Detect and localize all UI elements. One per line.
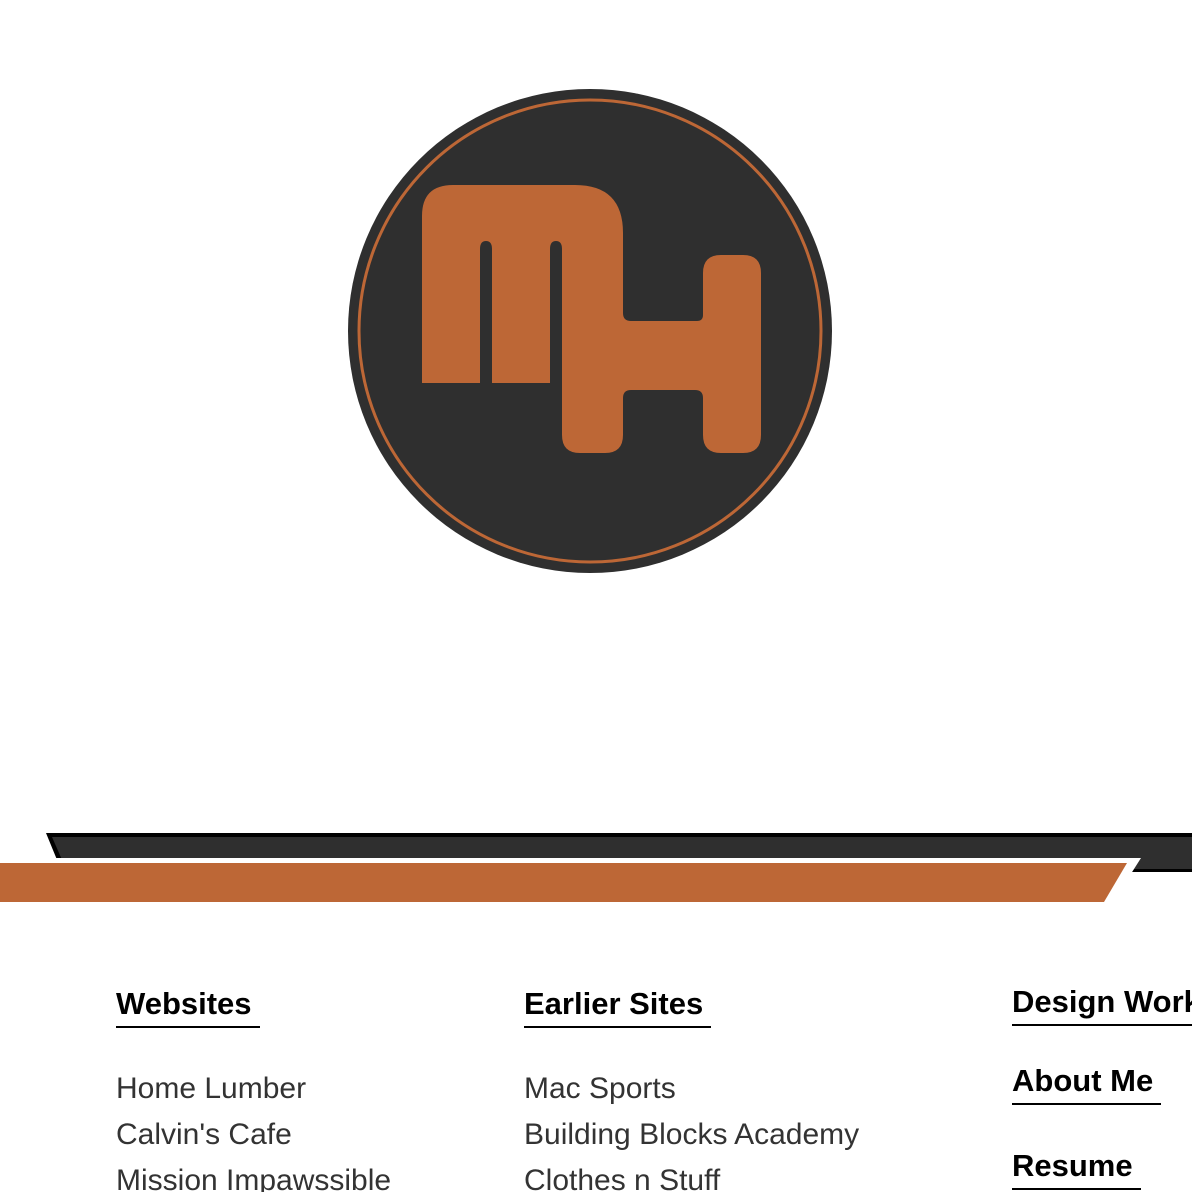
nav-resume-link[interactable]: Resume xyxy=(1012,1147,1141,1190)
main-nav-column: Design Work About Me Resume xyxy=(1012,983,1192,1192)
nav-about-me-link[interactable]: About Me xyxy=(1012,1062,1162,1105)
earlier-link-building-blocks-academy[interactable]: Building Blocks Academy xyxy=(524,1112,859,1158)
mh-logo[interactable] xyxy=(347,88,833,574)
nav-design-work-link[interactable]: Design Work xyxy=(1012,983,1192,1026)
website-link-calvins-cafe[interactable]: Calvin's Cafe xyxy=(116,1112,391,1158)
main-nav-list: Design Work About Me Resume xyxy=(1012,983,1192,1190)
earlier-link-mac-sports[interactable]: Mac Sports xyxy=(524,1066,859,1112)
earlier-sites-heading[interactable]: Earlier Sites xyxy=(524,985,712,1028)
earlier-sites-column: Earlier Sites Mac Sports Building Blocks… xyxy=(524,985,859,1192)
websites-column: Websites Home Lumber Calvin's Cafe Missi… xyxy=(116,985,391,1192)
website-link-home-lumber[interactable]: Home Lumber xyxy=(116,1066,391,1112)
divider-band xyxy=(0,826,1192,916)
mh-logo-graphic xyxy=(348,89,832,573)
earlier-link-clothes-n-stuff[interactable]: Clothes n Stuff xyxy=(524,1158,859,1192)
website-link-mission-impawssible[interactable]: Mission Impawssible xyxy=(116,1158,391,1192)
websites-heading[interactable]: Websites xyxy=(116,985,260,1028)
earlier-sites-list: Mac Sports Building Blocks Academy Cloth… xyxy=(524,1066,859,1192)
divider-band-graphic xyxy=(0,833,1192,902)
websites-list: Home Lumber Calvin's Cafe Mission Impaws… xyxy=(116,1066,391,1192)
portfolio-page: Websites Home Lumber Calvin's Cafe Missi… xyxy=(0,0,1192,1192)
